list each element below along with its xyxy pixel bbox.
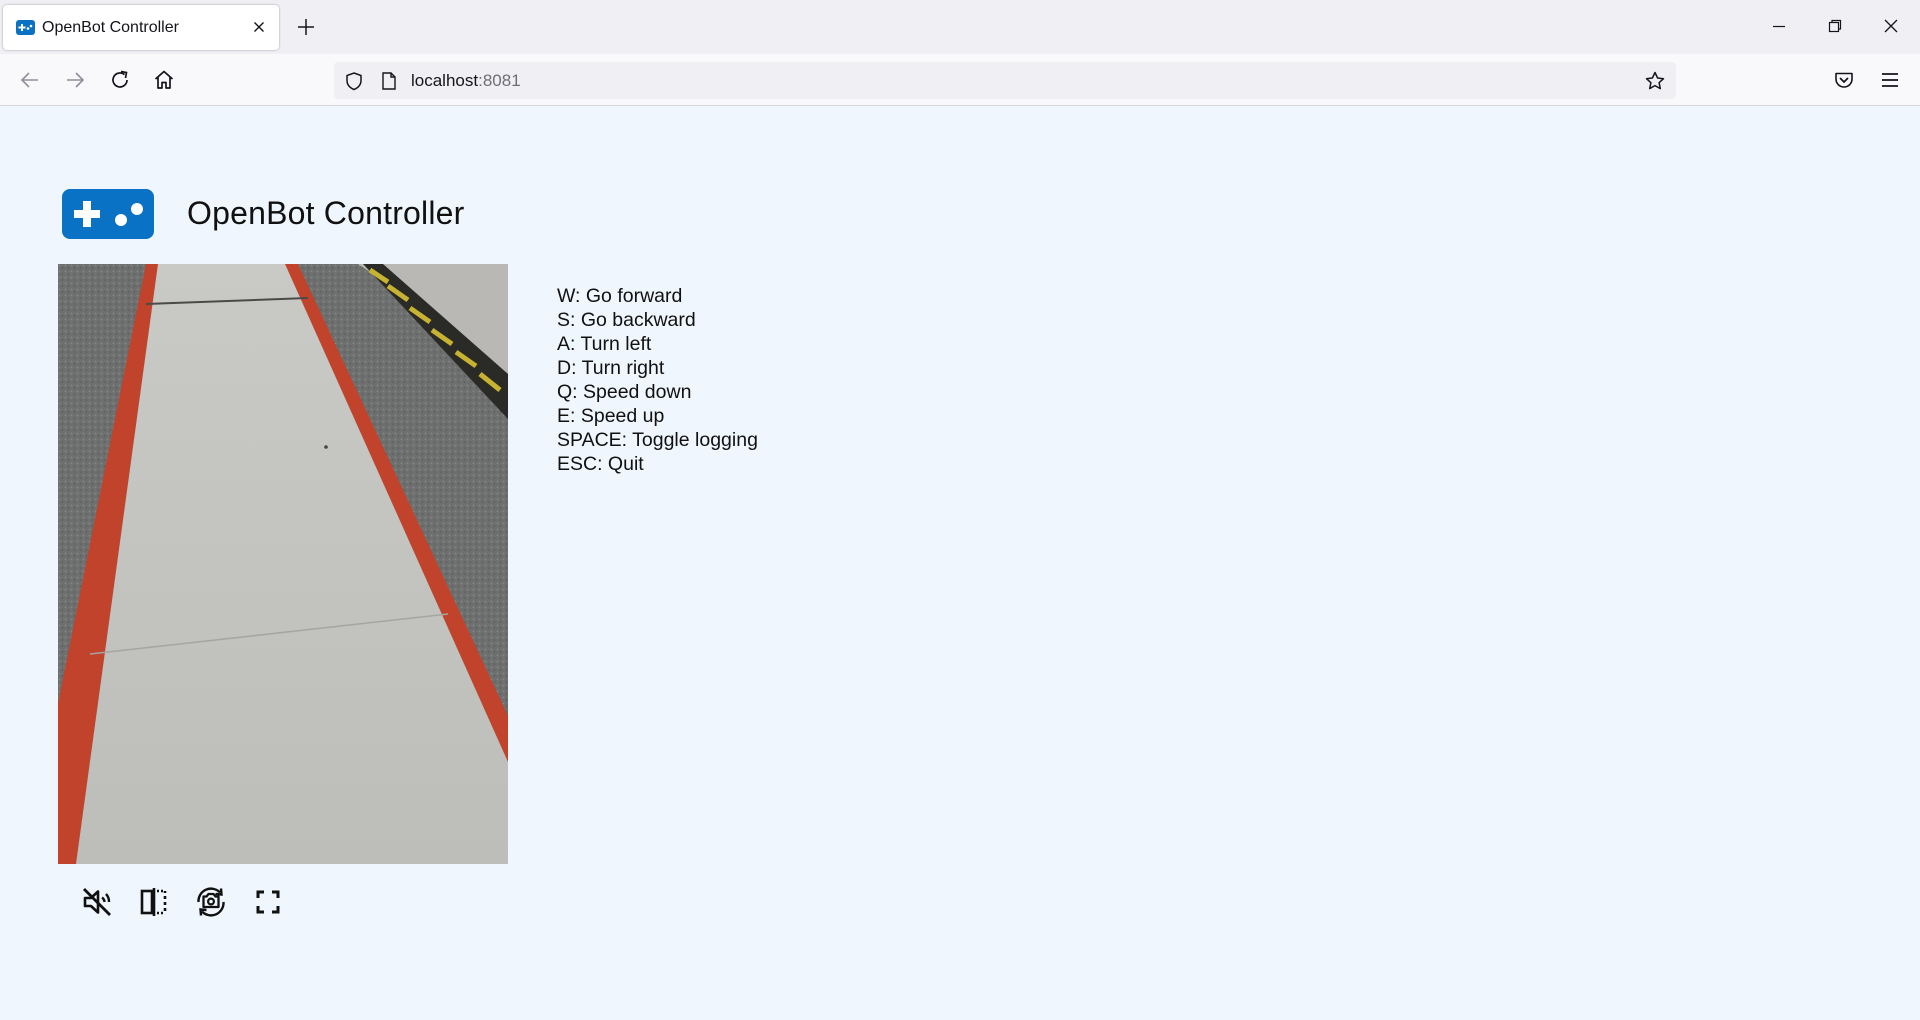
switch-camera-icon[interactable]	[191, 880, 231, 924]
menu-icon[interactable]	[1878, 68, 1902, 92]
help-line: W: Go forward	[557, 285, 683, 307]
minimize-icon[interactable]	[1769, 16, 1789, 36]
keyboard-help: W: Go forward S: Go backward A: Turn lef…	[557, 284, 758, 476]
tracking-shield-icon[interactable]	[344, 71, 364, 91]
close-window-icon[interactable]	[1881, 16, 1901, 36]
url-host: localhost	[411, 71, 479, 90]
help-line: E: Speed up	[557, 405, 665, 427]
help-line: A: Turn left	[557, 333, 652, 355]
address-bar[interactable]: localhost:8081	[334, 62, 1676, 99]
browser-tabbar: OpenBot Controller	[0, 0, 1920, 54]
help-line: SPACE: Toggle logging	[557, 429, 758, 451]
pocket-icon[interactable]	[1832, 68, 1856, 92]
close-tab-icon[interactable]	[251, 19, 267, 35]
reload-icon[interactable]	[108, 68, 132, 92]
fullscreen-icon[interactable]	[248, 880, 288, 924]
home-icon[interactable]	[152, 68, 176, 92]
help-line: Q: Speed down	[557, 381, 692, 403]
url-port: :8081	[478, 71, 521, 90]
mute-icon[interactable]	[77, 880, 117, 924]
tab-title: OpenBot Controller	[42, 19, 179, 36]
gamepad-logo-icon	[62, 189, 154, 239]
page-info-icon[interactable]	[380, 71, 398, 91]
help-line: D: Turn right	[557, 357, 665, 379]
forward-icon[interactable]	[63, 68, 87, 92]
page-title: OpenBot Controller	[187, 195, 465, 231]
gamepad-favicon-icon	[16, 20, 35, 35]
bookmark-star-icon[interactable]	[1644, 70, 1666, 92]
browser-navbar: localhost:8081	[0, 54, 1920, 106]
restore-icon[interactable]	[1825, 16, 1845, 36]
new-tab-icon[interactable]	[296, 17, 316, 37]
back-icon[interactable]	[18, 68, 42, 92]
help-line: ESC: Quit	[557, 453, 644, 475]
help-line: S: Go backward	[557, 309, 696, 331]
browser-tab[interactable]: OpenBot Controller	[3, 5, 279, 50]
camera-video-stream[interactable]	[58, 264, 508, 864]
url-text: localhost:8081	[411, 62, 521, 99]
mirror-icon[interactable]	[134, 880, 174, 924]
